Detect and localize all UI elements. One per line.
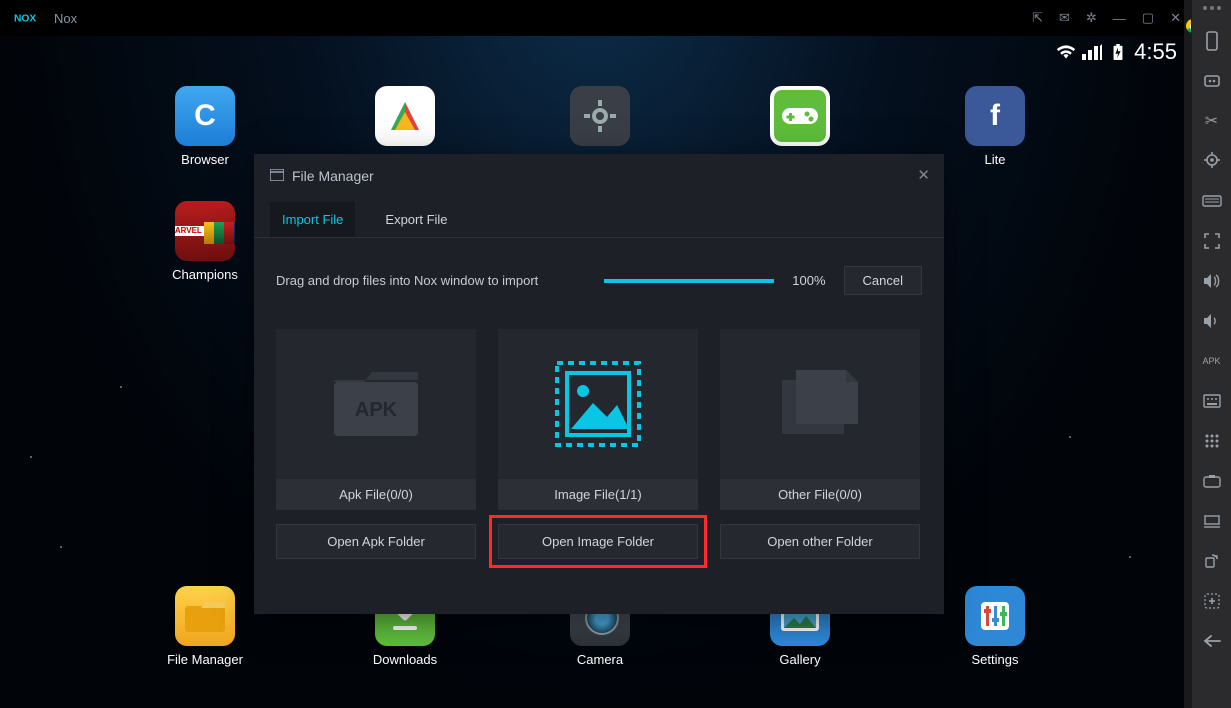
other-card-label: Other File(0/0) [720,479,920,510]
settings-android-icon [570,86,630,146]
maximize-icon[interactable]: ▢ [1142,10,1154,26]
gear-icon[interactable]: ✲ [1086,10,1097,26]
nox-window: NOX Nox ⇱ ✉ ✲ — ▢ ✕ 4:55 C Browser [0,0,1191,708]
nox-logo: NOX [14,9,46,27]
volume-down-icon[interactable] [1201,310,1223,332]
keyboard-icon[interactable] [1201,190,1223,212]
app-settings[interactable]: Settings [955,586,1035,667]
gamepad-icon [770,86,830,146]
app-playstore[interactable] [365,86,445,152]
titlebar: NOX Nox ⇱ ✉ ✲ — ▢ ✕ [0,0,1191,36]
play-store-icon [375,86,435,146]
progress-row: Drag and drop files into Nox window to i… [276,266,922,295]
image-stamp-icon [553,359,643,449]
file-type-cards: APK Apk File(0/0) [276,329,922,510]
app-label: File Manager [165,652,245,667]
import-instruction: Drag and drop files into Nox window to i… [276,273,538,288]
pin-icon[interactable]: ⇱ [1032,10,1043,26]
app-label: Gallery [760,652,840,667]
progress-bar [604,279,774,283]
mail-icon[interactable]: ✉ [1059,10,1070,26]
back-icon[interactable] [1201,630,1223,652]
image-card-label: Image File(1/1) [498,479,698,510]
svg-text:NOX: NOX [14,13,36,24]
app-label: Browser [165,152,245,167]
minimize-icon[interactable]: — [1113,11,1126,26]
dialog-tabs: Import File Export File [254,202,944,238]
tab-export-file[interactable]: Export File [373,202,459,237]
shake-device-icon[interactable] [1201,30,1223,52]
wifi-icon [1056,44,1076,60]
signal-icon [1082,44,1102,60]
scissors-icon[interactable]: ✂ [1201,110,1223,132]
highlight-open-image: Open Image Folder [489,515,707,568]
settings-sliders-icon [965,586,1025,646]
other-card[interactable]: Other File(0/0) [720,329,920,510]
app-label: Lite [955,152,1035,167]
add-instance-icon[interactable] [1201,590,1223,612]
window-controls: ⇱ ✉ ✲ — ▢ ✕ [1032,0,1181,36]
my-computer-icon[interactable] [1201,510,1223,532]
app-label: Settings [955,652,1035,667]
sidebar-menu-icon[interactable] [1192,6,1231,10]
fullscreen-icon[interactable] [1201,230,1223,252]
virtual-assistant-icon[interactable] [1201,70,1223,92]
image-card[interactable]: Image File(1/1) [498,329,698,510]
file-manager-dialog: File Manager ✕ Import File Export File D… [254,154,944,614]
app-title: Nox [54,11,77,26]
screenshot-icon[interactable] [1201,470,1223,492]
facebook-icon: f [965,86,1025,146]
apk-card-label: Apk File(0/0) [276,479,476,510]
volume-up-icon[interactable] [1201,270,1223,292]
dialog-header: File Manager ✕ [254,154,944,198]
location-icon[interactable] [1201,150,1223,172]
app-android-settings[interactable] [560,86,640,152]
apk-folder-icon: APK [328,366,424,442]
dialog-close-icon[interactable]: ✕ [917,166,930,184]
cancel-button[interactable]: Cancel [844,266,922,295]
battery-icon [1108,44,1128,60]
browser-icon: C [175,86,235,146]
file-manager-icon [175,586,235,646]
dialog-title: File Manager [292,168,374,184]
app-file-manager[interactable]: File Manager [165,586,245,667]
app-game[interactable] [760,86,840,152]
apk-install-icon[interactable]: APK [1201,350,1223,372]
android-screen: 4:55 C Browser f Lite [0,36,1191,708]
nox-sidebar: ✂ APK [1191,0,1231,708]
dialog-body: Drag and drop files into Nox window to i… [254,238,944,579]
rotate-icon[interactable] [1201,550,1223,572]
keyboard-control-icon[interactable] [1201,390,1223,412]
status-time: 4:55 [1134,39,1177,65]
app-label: Downloads [365,652,445,667]
app-label: Camera [560,652,640,667]
close-window-icon[interactable]: ✕ [1170,10,1181,26]
app-browser[interactable]: C Browser [165,86,245,167]
open-apk-folder-button[interactable]: Open Apk Folder [276,524,476,559]
app-label: Champions [165,267,245,282]
app-facebook-lite[interactable]: f Lite [955,86,1035,167]
vertical-divider [1184,0,1191,708]
status-bar: 4:55 [1056,36,1191,68]
open-other-folder-button[interactable]: Open other Folder [720,524,920,559]
app-champions[interactable]: MARVEL Champions [165,201,245,282]
progress-percent: 100% [792,273,825,288]
svg-text:APK: APK [355,399,398,421]
champions-icon: MARVEL [175,201,235,261]
documents-icon [774,366,866,442]
apk-card[interactable]: APK Apk File(0/0) [276,329,476,510]
window-icon [270,168,284,184]
open-image-folder-button[interactable]: Open Image Folder [498,524,698,559]
open-folder-buttons: Open Apk Folder Open Image Folder Open o… [276,524,922,559]
tab-import-file[interactable]: Import File [270,202,355,237]
script-icon[interactable] [1201,430,1223,452]
